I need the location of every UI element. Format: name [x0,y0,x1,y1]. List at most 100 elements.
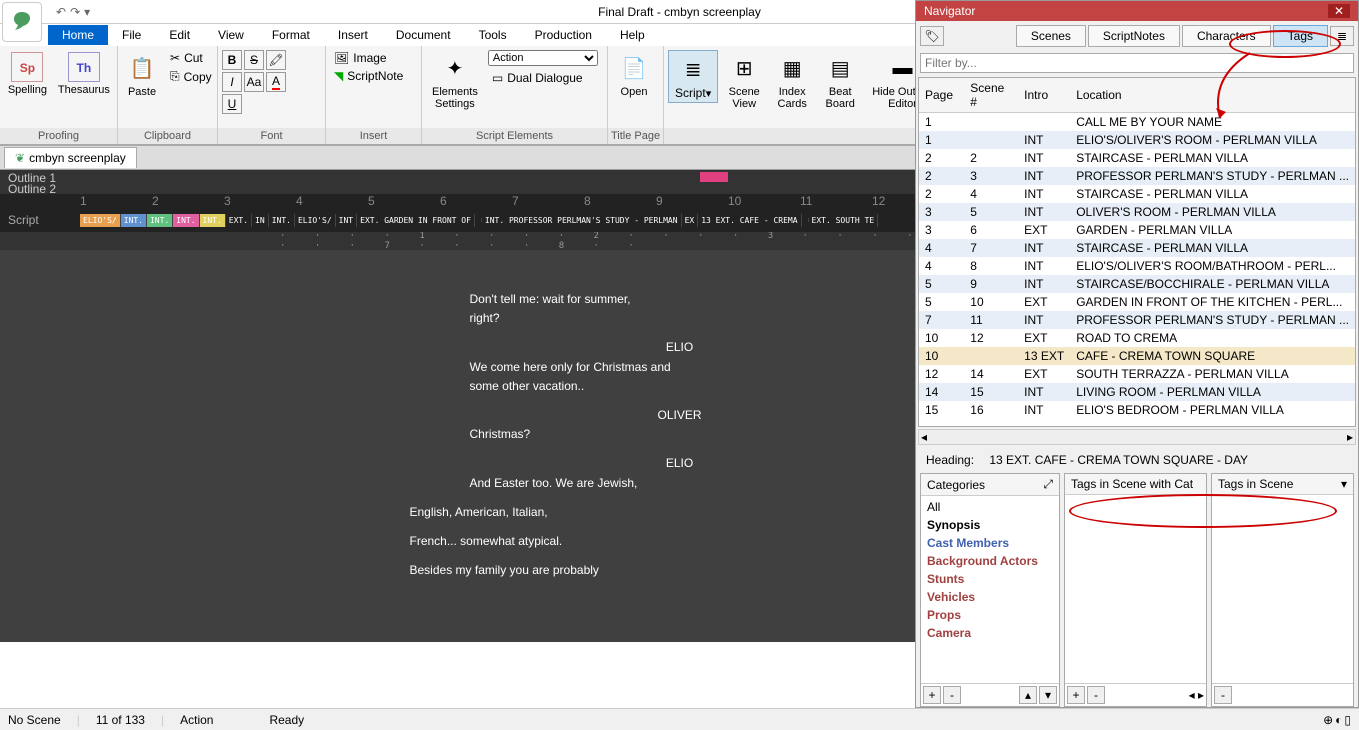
image-button[interactable]: 🖼Image [330,50,407,66]
scene-block[interactable] [802,218,809,222]
spelling-button[interactable]: SpSpelling [4,50,51,98]
cat-down-button[interactable]: ▾ [1039,686,1057,704]
scene-block[interactable]: EXT. GARDEN IN FRONT OF [357,214,475,227]
scene-block[interactable]: EX [682,214,699,227]
list-icon[interactable]: ≣ [1330,26,1354,46]
category-item[interactable]: Synopsis [923,516,1057,534]
scene-block[interactable]: INT. [269,214,295,227]
script-view-button[interactable]: ≣Script▾ [668,50,718,103]
cut-button[interactable]: ✂Cut [166,50,216,66]
navigator-hscroll[interactable]: ◂▸ [918,429,1356,445]
qat-dropdown-icon[interactable]: ▾ [84,5,90,19]
font-color-button[interactable]: A [266,72,286,92]
tag-icon[interactable]: 🏷 [920,26,944,46]
index-cards-button[interactable]: ▦Index Cards [770,50,814,112]
paste-button[interactable]: 📋Paste [122,50,162,100]
dropdown-icon[interactable]: ▾ [1341,477,1347,491]
scene-block[interactable]: INT [336,214,357,227]
nav-tab-characters[interactable]: Characters [1182,25,1271,47]
menu-format[interactable]: Format [258,25,324,45]
category-item[interactable]: Camera [923,624,1057,642]
category-item[interactable]: All [923,498,1057,516]
beat-board-button[interactable]: ▤Beat Board [818,50,862,112]
tisc-remove-button[interactable]: - [1087,686,1105,704]
menu-insert[interactable]: Insert [324,25,382,45]
col-page[interactable]: Page [919,78,964,113]
undo-icon[interactable]: ↶ [56,5,66,19]
col-location[interactable]: Location [1070,78,1355,113]
table-row[interactable]: 48INTELIO'S/OLIVER'S ROOM/BATHROOM - PER… [919,257,1355,275]
document-tab[interactable]: ❦ cmbyn screenplay [4,147,137,168]
scene-block[interactable]: ELIO'S/ [295,214,336,227]
scene-block[interactable]: EXT. SOUTH TE [809,214,879,227]
scene-block[interactable]: 13 EXT. CAFE - CREMA [698,214,801,227]
menu-tools[interactable]: Tools [465,25,521,45]
italic-button[interactable]: I [222,72,242,92]
table-row[interactable]: 1INTELIO'S/OLIVER'S ROOM - PERLMAN VILLA [919,131,1355,149]
nav-tab-scriptnotes[interactable]: ScriptNotes [1088,25,1180,47]
target-icon[interactable]: ⊕ [1323,713,1333,727]
redo-icon[interactable]: ↷ [70,5,80,19]
underline-button[interactable]: U [222,94,242,114]
menu-file[interactable]: File [108,25,155,45]
menu-document[interactable]: Document [382,25,465,45]
scene-block[interactable]: INT. [173,214,199,227]
menu-production[interactable]: Production [521,25,606,45]
table-row[interactable]: 1013 EXTCAFE - CREMA TOWN SQUARE [919,347,1355,365]
menu-home[interactable]: Home [48,25,108,45]
category-item[interactable]: Vehicles [923,588,1057,606]
table-row[interactable]: 510EXTGARDEN IN FRONT OF THE KITCHEN - P… [919,293,1355,311]
scene-block[interactable]: IN [252,214,269,227]
hscroll-icon[interactable]: ◂ ▸ [1189,688,1204,702]
category-item[interactable]: Props [923,606,1057,624]
navigator-filter-input[interactable] [920,53,1354,73]
nav-tab-tags[interactable]: Tags [1273,25,1328,47]
scene-block[interactable]: INT. [147,214,173,227]
nav-tab-scenes[interactable]: Scenes [1016,25,1086,47]
navigator-close-button[interactable]: ✕ [1328,4,1350,18]
table-row[interactable]: 22INTSTAIRCASE - PERLMAN VILLA [919,149,1355,167]
element-type-select[interactable]: Action [488,50,598,66]
scene-block[interactable]: INT. [121,214,147,227]
table-row[interactable]: 1012EXTROAD TO CREMA [919,329,1355,347]
category-item[interactable]: Cast Members [923,534,1057,552]
tisc-add-button[interactable]: + [1067,686,1085,704]
night-icon[interactable]: ◐ [1335,713,1342,727]
category-item[interactable]: Stunts [923,570,1057,588]
table-row[interactable]: 1CALL ME BY YOUR NAME [919,113,1355,132]
thesaurus-button[interactable]: ThThesaurus [55,50,113,98]
tis-remove-button[interactable]: - [1214,686,1232,704]
cat-up-button[interactable]: ▴ [1019,686,1037,704]
table-row[interactable]: 24INTSTAIRCASE - PERLMAN VILLA [919,185,1355,203]
strike-button[interactable]: S [244,50,264,70]
table-row[interactable]: 23INTPROFESSOR PERLMAN'S STUDY - PERLMAN… [919,167,1355,185]
expand-icon[interactable]: ⤢ [1043,477,1053,492]
highlight-button[interactable]: 🖍 [266,50,286,70]
table-row[interactable]: 1415INTLIVING ROOM - PERLMAN VILLA [919,383,1355,401]
navigator-scene-table[interactable]: Page Scene # Intro Location 1CALL ME BY … [918,77,1356,427]
scriptnote-button[interactable]: ◥ScriptNote [330,68,407,84]
collapse-icon[interactable]: ▯ [1344,713,1351,727]
scene-block[interactable] [475,218,482,222]
category-item[interactable]: Background Actors [923,552,1057,570]
outline-marker[interactable] [700,172,728,182]
dual-dialogue-button[interactable]: ▭Dual Dialogue [488,70,598,86]
open-title-page-button[interactable]: 📄Open [612,50,656,100]
navigator-titlebar[interactable]: Navigator ✕ [916,1,1358,21]
menu-view[interactable]: View [204,25,258,45]
table-row[interactable]: 1214EXTSOUTH TERRAZZA - PERLMAN VILLA [919,365,1355,383]
copy-button[interactable]: ⎘Copy [166,68,216,85]
table-row[interactable]: 59INTSTAIRCASE/BOCCHIRALE - PERLMAN VILL… [919,275,1355,293]
table-row[interactable]: 36EXTGARDEN - PERLMAN VILLA [919,221,1355,239]
app-logo[interactable] [2,2,42,42]
menu-edit[interactable]: Edit [155,25,204,45]
scene-block[interactable]: INT. PROFESSOR PERLMAN'S STUDY - PERLMAN [482,214,682,227]
scene-block[interactable]: EXT. [226,214,252,227]
cat-remove-button[interactable]: - [943,686,961,704]
scene-view-button[interactable]: ⊞Scene View [722,50,766,112]
elements-settings-button[interactable]: ✦Elements Settings [426,50,484,112]
scene-block[interactable]: INT. [200,214,226,227]
case-button[interactable]: Aa [244,72,264,92]
bold-button[interactable]: B [222,50,242,70]
col-scene[interactable]: Scene # [964,78,1018,113]
